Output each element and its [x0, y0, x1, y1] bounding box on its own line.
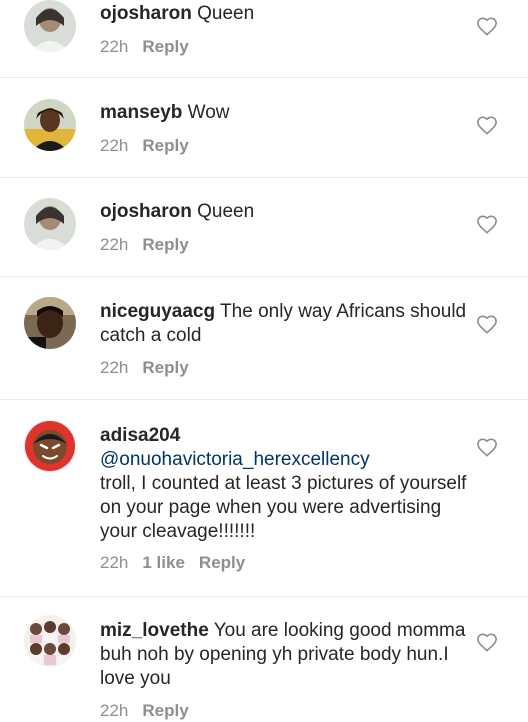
comment-time: 22h	[100, 701, 129, 720]
comment-time: 22h	[100, 358, 129, 377]
comment-meta: 22h 1 like Reply	[100, 552, 259, 574]
reply-button[interactable]: Reply	[142, 136, 188, 155]
reply-button[interactable]: Reply	[142, 701, 188, 720]
heart-icon[interactable]	[476, 314, 498, 334]
comment-body: ojosharon Queen	[100, 200, 470, 224]
heart-icon[interactable]	[476, 632, 498, 652]
comment-time: 22h	[100, 37, 129, 56]
reply-button[interactable]: Reply	[199, 553, 245, 572]
comment-time: 22h	[100, 553, 129, 572]
comment-item: ojosharon Queen 22h Reply	[0, 0, 528, 78]
heart-icon[interactable]	[476, 214, 498, 234]
avatar[interactable]	[24, 420, 76, 472]
reply-button[interactable]: Reply	[142, 37, 188, 56]
heart-icon[interactable]	[476, 115, 498, 135]
comment-username[interactable]: ojosharon	[100, 201, 192, 222]
comment-meta: 22h Reply	[100, 234, 203, 256]
avatar[interactable]	[24, 0, 76, 52]
comment-username[interactable]: adisa204	[100, 425, 180, 446]
comment-body: niceguyaacg The only way Africans should…	[100, 300, 470, 348]
comment-body: adisa204 @onuohavictoria_herexcellency t…	[100, 424, 470, 544]
profile-photo-icon	[24, 99, 76, 151]
avatar[interactable]	[24, 615, 76, 667]
comment-item: ojosharon Queen 22h Reply	[0, 178, 528, 276]
comment-time: 22h	[100, 136, 129, 155]
comment-username[interactable]: ojosharon	[100, 3, 192, 24]
comment-item: miz_lovethe You are looking good momma b…	[0, 597, 528, 720]
comment-text: Wow	[182, 102, 230, 123]
comment-body: manseyb Wow	[100, 101, 470, 125]
comment-item: adisa204 @onuohavictoria_herexcellency t…	[0, 400, 528, 596]
mention-link[interactable]: @onuohavictoria_herexcellency	[100, 448, 470, 472]
comment-text: Queen	[191, 3, 255, 24]
comment-username[interactable]: miz_lovethe	[100, 620, 209, 641]
comment-meta: 22h Reply	[100, 700, 203, 722]
comment-meta: 22h Reply	[100, 135, 203, 157]
avatar[interactable]	[24, 297, 76, 349]
reply-button[interactable]: Reply	[142, 358, 188, 377]
avatar[interactable]	[24, 198, 76, 250]
comment-meta: 22h Reply	[100, 357, 203, 379]
likes-count[interactable]: 1 like	[142, 553, 185, 572]
profile-photo-icon	[24, 615, 76, 667]
comment-body: ojosharon Queen	[100, 2, 470, 26]
reply-button[interactable]: Reply	[142, 235, 188, 254]
heart-icon[interactable]	[476, 16, 498, 36]
comment-item: niceguyaacg The only way Africans should…	[0, 277, 528, 399]
cartoon-face-avatar	[24, 420, 76, 472]
comment-meta: 22h Reply	[100, 36, 203, 58]
comment-time: 22h	[100, 235, 129, 254]
comment-text: troll, I counted at least 3 pictures of …	[100, 473, 467, 542]
comment-username[interactable]: niceguyaacg	[100, 301, 215, 322]
profile-photo-icon	[24, 198, 76, 250]
heart-icon[interactable]	[476, 437, 498, 457]
profile-photo-icon	[24, 0, 76, 52]
comment-text: Queen	[191, 201, 255, 222]
comment-item: manseyb Wow 22h Reply	[0, 78, 528, 177]
comment-body: miz_lovethe You are looking good momma b…	[100, 619, 470, 691]
avatar[interactable]	[24, 99, 76, 151]
profile-photo-icon	[24, 297, 76, 349]
comment-username[interactable]: manseyb	[100, 102, 182, 123]
